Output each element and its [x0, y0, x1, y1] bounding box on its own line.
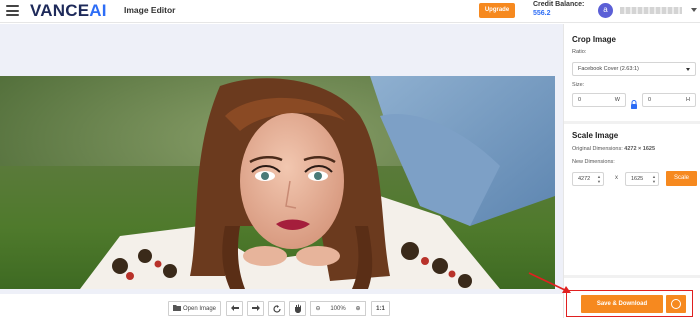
- new-dimensions-label: New Dimensions:: [572, 159, 615, 165]
- pan-button[interactable]: [289, 301, 306, 316]
- ratio-select[interactable]: Facebook Cover (2.63:1): [572, 62, 696, 76]
- chevron-down-icon: [686, 68, 690, 71]
- crop-width-unit: W: [614, 97, 620, 103]
- stepper-icon[interactable]: ▲ ▼: [597, 174, 601, 184]
- logo[interactable]: VANCEAI: [30, 1, 107, 21]
- section-divider: [564, 121, 700, 124]
- ratio-label: Ratio:: [572, 49, 587, 55]
- crop-width-value: 0: [578, 97, 582, 103]
- menu-icon[interactable]: [6, 5, 19, 16]
- settings-panel: Crop Image Ratio: Facebook Cover (2.63:1…: [563, 24, 700, 318]
- original-dimensions-value: 4272 × 1625: [624, 146, 656, 152]
- image-preview: [0, 76, 555, 289]
- open-image-label: Open Image: [182, 305, 217, 312]
- ratio-value: Facebook Cover (2.63:1): [578, 66, 639, 72]
- rotate-button[interactable]: [268, 301, 285, 316]
- redo-icon: [251, 305, 260, 311]
- crop-height-value: 0: [648, 97, 652, 103]
- undo-icon: [230, 305, 239, 311]
- hand-icon: [294, 304, 301, 313]
- editor-canvas: [0, 24, 563, 294]
- zoom-level: 100%: [330, 305, 346, 312]
- account-name-blurred[interactable]: [620, 7, 682, 14]
- zoom-in-icon[interactable]: ⊕: [351, 305, 365, 312]
- lock-icon[interactable]: [630, 96, 638, 109]
- crop-height-unit: H: [686, 97, 690, 103]
- top-bar: VANCEAI Image Editor Upgrade Credit Bala…: [0, 0, 700, 23]
- rotate-icon: [272, 304, 281, 313]
- original-dimensions: Original Dimensions: 4272 × 1625: [572, 146, 655, 152]
- scale-width-value: 4272: [578, 176, 591, 182]
- undo-button[interactable]: [226, 301, 243, 316]
- crop-width-input[interactable]: 0 W: [572, 93, 626, 107]
- bottom-toolbar: Open Image ⊖ 100% ⊕ 1:1: [0, 294, 563, 318]
- redo-button[interactable]: [247, 301, 264, 316]
- avatar[interactable]: a: [598, 3, 613, 18]
- more-options-button[interactable]: [666, 295, 686, 313]
- app-title: Image Editor: [124, 5, 176, 15]
- crop-height-input[interactable]: 0 H: [642, 93, 696, 107]
- scale-height-value: 1625: [631, 176, 644, 182]
- settings-icon: [671, 299, 681, 309]
- actual-size-button[interactable]: 1:1: [371, 301, 390, 316]
- crop-image-title: Crop Image: [572, 35, 617, 44]
- size-label: Size:: [572, 82, 585, 88]
- save-download-button[interactable]: Save & Download: [581, 295, 663, 313]
- folder-icon: [172, 304, 181, 313]
- scale-height-input[interactable]: 1625 ▲ ▼: [625, 172, 659, 186]
- credit-balance-label: Credit Balance:: [533, 1, 585, 8]
- chevron-down-icon[interactable]: [691, 8, 697, 12]
- zoom-control: ⊖ 100% ⊕: [310, 301, 366, 316]
- arrow-icon: [528, 272, 571, 293]
- scale-image-title: Scale Image: [572, 131, 619, 140]
- section-divider: [564, 275, 700, 278]
- zoom-out-icon[interactable]: ⊖: [311, 305, 325, 312]
- credit-balance-value: 556.2: [533, 10, 551, 17]
- original-dimensions-label: Original Dimensions:: [572, 146, 623, 152]
- times-symbol: x: [615, 175, 618, 181]
- scale-button[interactable]: Scale: [666, 171, 697, 186]
- upgrade-button[interactable]: Upgrade: [479, 3, 515, 18]
- open-image-button[interactable]: Open Image: [168, 301, 221, 316]
- scale-width-input[interactable]: 4272 ▲ ▼: [572, 172, 604, 186]
- stepper-icon[interactable]: ▲ ▼: [652, 174, 656, 184]
